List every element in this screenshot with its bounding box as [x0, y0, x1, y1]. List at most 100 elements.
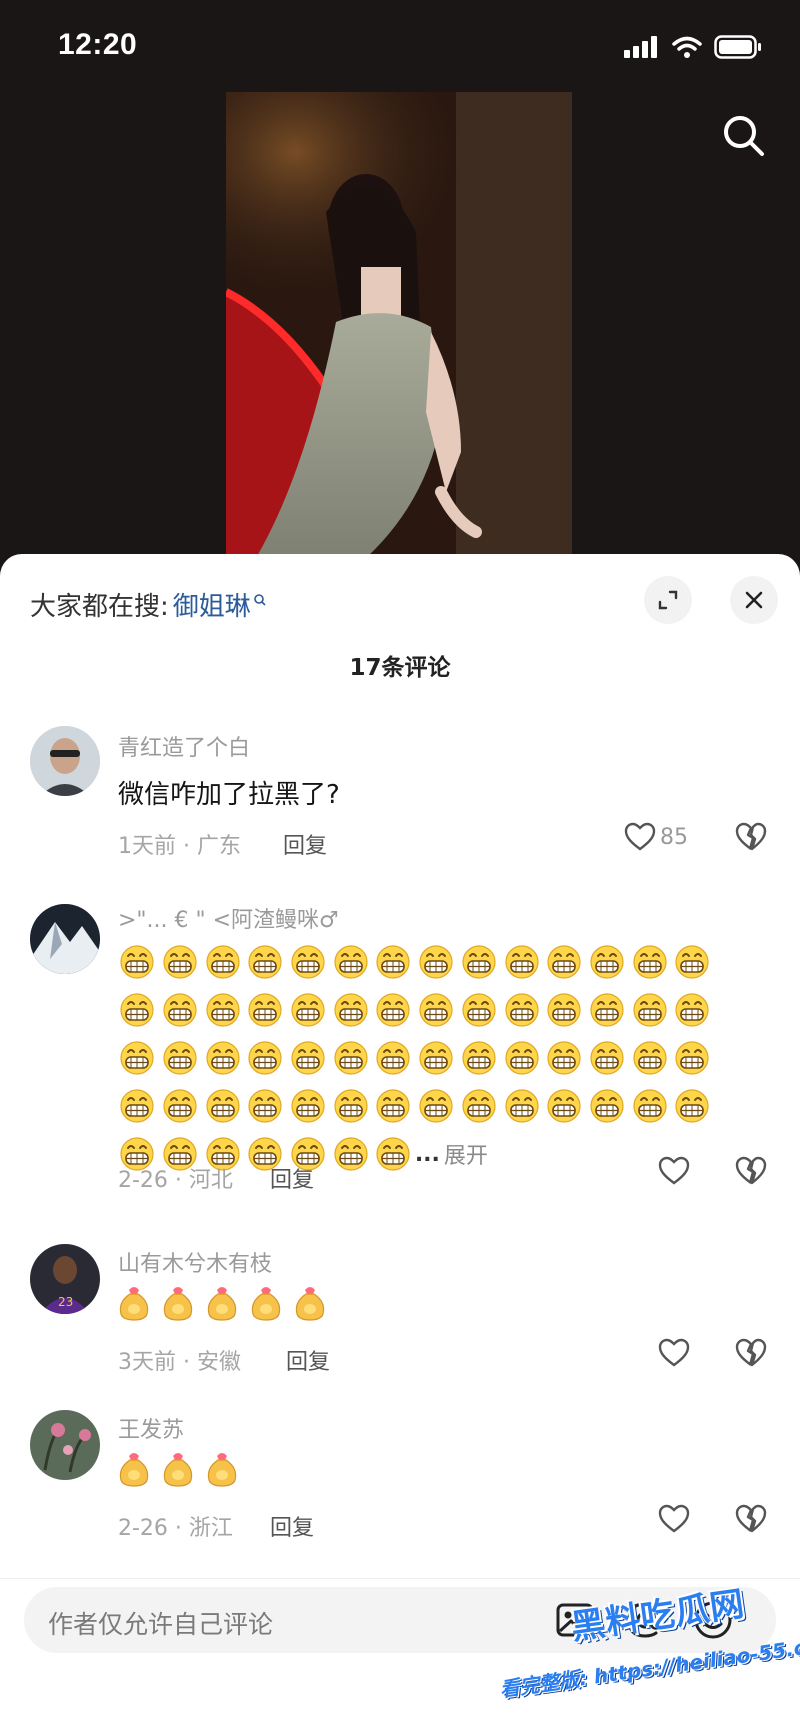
gift-bag-icon	[119, 1287, 149, 1321]
reply-button[interactable]: 回复	[283, 828, 327, 860]
grin-emoji-icon	[291, 1089, 325, 1123]
avatar[interactable]	[30, 904, 100, 974]
broken-heart-icon[interactable]	[735, 1504, 767, 1534]
grin-emoji	[543, 938, 586, 986]
grin-emoji-icon	[376, 945, 411, 979]
reply-button[interactable]: 回复	[270, 1510, 314, 1542]
grin-emoji-icon	[590, 945, 624, 979]
grin-emoji-icon	[504, 945, 539, 979]
grin-emoji-icon	[120, 945, 154, 979]
close-button[interactable]	[730, 576, 778, 624]
trending-keyword[interactable]: 御姐琳	[173, 586, 251, 623]
grin-emoji	[159, 938, 202, 986]
gift-emoji	[248, 1282, 284, 1326]
gift-content	[116, 1448, 240, 1492]
expand-button[interactable]	[644, 576, 692, 624]
grin-emoji-icon	[632, 1041, 667, 1075]
grin-emoji-icon	[547, 993, 581, 1027]
heart-icon[interactable]	[658, 1156, 690, 1186]
grin-emoji	[201, 938, 244, 986]
grin-emoji	[244, 986, 287, 1034]
grin-emoji	[159, 1082, 202, 1130]
grin-emoji	[244, 938, 287, 986]
ellipsis: ...	[414, 1141, 440, 1167]
grin-emoji-icon	[675, 1041, 709, 1075]
grin-emoji	[201, 1034, 244, 1082]
grin-emoji-icon	[547, 945, 581, 979]
broken-heart-icon[interactable]	[735, 822, 767, 852]
comment-username[interactable]: 王发苏	[118, 1412, 184, 1444]
video-image	[226, 92, 572, 558]
avatar[interactable]: 23	[30, 1244, 100, 1314]
grin-emoji-icon	[632, 1089, 667, 1123]
comment-username[interactable]: >"... € " <阿渣鳗咪♂	[118, 902, 339, 934]
grin-emoji	[159, 986, 202, 1034]
grin-emoji	[586, 1034, 629, 1082]
grin-emoji	[329, 1130, 372, 1178]
reply-button[interactable]: 回复	[270, 1162, 314, 1194]
grin-emoji-icon	[590, 1089, 624, 1123]
video-thumbnail[interactable]	[226, 92, 572, 558]
grin-emoji-icon	[120, 1041, 154, 1075]
grin-emoji	[628, 986, 671, 1034]
grin-emoji	[287, 1034, 330, 1082]
trending-search[interactable]: 大家都在搜: 御姐琳	[30, 586, 267, 623]
grin-emoji-icon	[248, 1041, 283, 1075]
grin-emoji-icon	[419, 993, 453, 1027]
grin-emoji-icon	[334, 1137, 368, 1171]
comment-username[interactable]: 青红造了个白	[118, 730, 250, 762]
grin-emoji	[287, 986, 330, 1034]
comment-count: 17条评论	[349, 655, 451, 681]
status-icons	[624, 34, 762, 60]
grin-emoji-icon	[462, 1089, 496, 1123]
avatar[interactable]	[30, 1410, 100, 1480]
grin-emoji	[287, 938, 330, 986]
status-bar: 12:20	[0, 0, 800, 96]
grin-emoji-icon	[376, 1137, 411, 1171]
heart-icon[interactable]	[658, 1338, 690, 1368]
grin-emoji-icon	[291, 1041, 325, 1075]
gift-bag-icon	[207, 1453, 237, 1487]
grin-emoji-icon	[120, 993, 154, 1027]
wifi-icon	[672, 36, 702, 58]
comment-text: 微信咋加了拉黑了?	[118, 780, 340, 810]
avatar[interactable]	[30, 726, 100, 796]
gift-emoji	[116, 1448, 152, 1492]
grin-emoji	[671, 1082, 714, 1130]
search-icon[interactable]	[720, 112, 768, 160]
grin-emoji	[329, 986, 372, 1034]
comment-username[interactable]: 山有木兮木有枝	[118, 1246, 272, 1278]
grin-emoji	[586, 1082, 629, 1130]
grin-emoji-icon	[675, 945, 709, 979]
broken-heart-icon[interactable]	[735, 1156, 767, 1186]
gift-content	[116, 1282, 328, 1326]
heart-icon[interactable]	[658, 1504, 690, 1534]
grin-emoji	[287, 1082, 330, 1130]
grin-emoji	[201, 986, 244, 1034]
grin-emoji	[372, 938, 415, 986]
grin-emoji-icon	[248, 1089, 283, 1123]
grin-emoji	[415, 986, 458, 1034]
gift-bag-icon	[163, 1453, 193, 1487]
comment-item: 23 山有木兮木有枝 3天前 · 安徽 回复	[0, 1244, 800, 1394]
expand-icon	[658, 590, 678, 610]
grin-emoji-icon	[163, 1041, 197, 1075]
grin-emoji-icon	[632, 945, 667, 979]
grin-emoji	[543, 1034, 586, 1082]
grin-emoji-icon	[206, 1041, 240, 1075]
like-count: 85	[660, 824, 688, 850]
grin-emoji	[500, 986, 543, 1034]
grin-emoji	[628, 938, 671, 986]
gift-emoji	[160, 1448, 196, 1492]
comment-item: 王发苏 2-26 · 浙江 回复	[0, 1410, 800, 1560]
grin-emoji	[543, 986, 586, 1034]
gift-bag-icon	[251, 1287, 281, 1321]
reply-button[interactable]: 回复	[286, 1344, 330, 1376]
battery-icon	[714, 35, 761, 59]
broken-heart-icon[interactable]	[735, 1338, 767, 1368]
grin-emoji-icon	[334, 1089, 368, 1123]
gift-bag-icon	[207, 1287, 237, 1321]
grin-emoji	[329, 1082, 372, 1130]
like-button[interactable]: 85	[624, 822, 688, 852]
expand-link[interactable]: 展开	[444, 1138, 488, 1170]
